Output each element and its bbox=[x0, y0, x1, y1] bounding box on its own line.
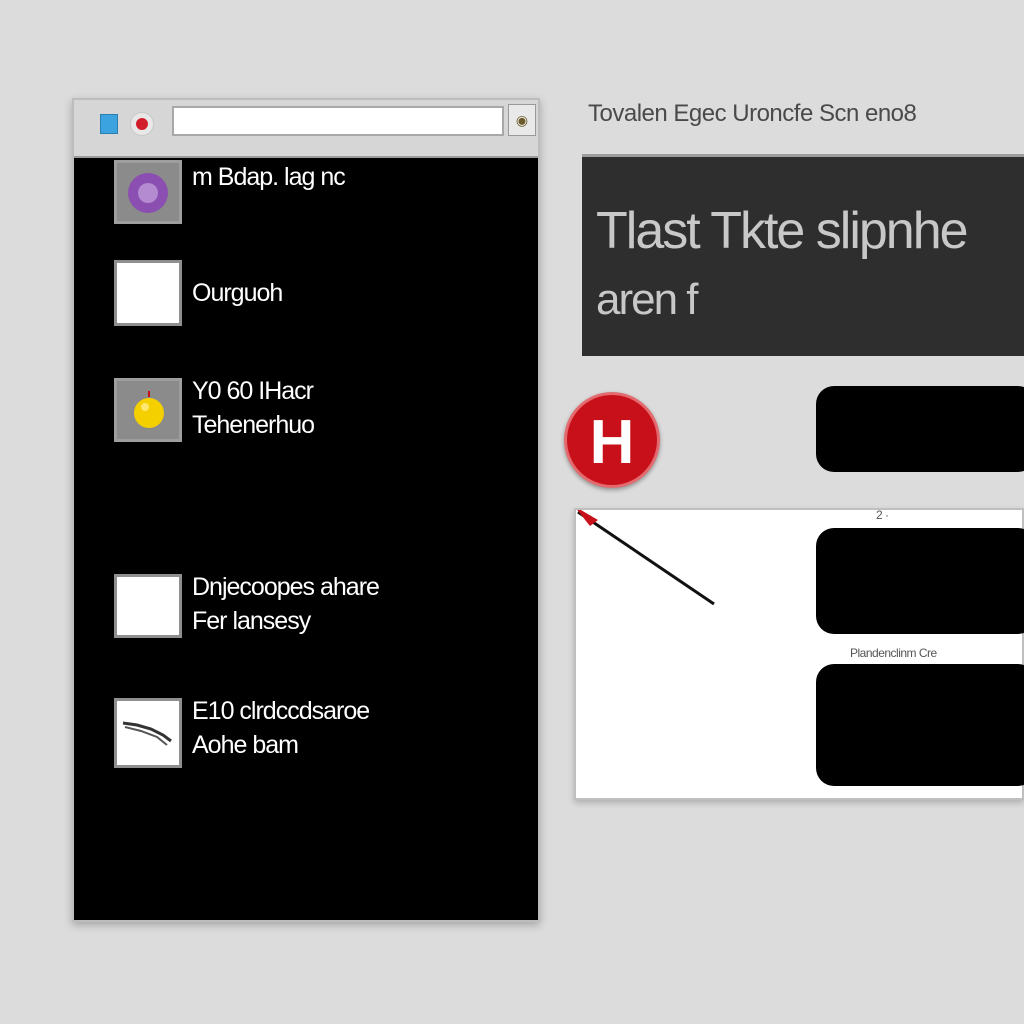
panel-label: 2 · bbox=[876, 508, 889, 522]
search-button[interactable]: ◉ bbox=[508, 104, 536, 136]
window-toolbar: ◉ bbox=[74, 100, 538, 158]
sketch-image-icon bbox=[114, 698, 182, 768]
list-item-line: E10 clrdccdsaroe bbox=[192, 697, 370, 725]
list-item-line: Dnjecoopes ahare bbox=[192, 573, 380, 601]
item-list: m Bdap. lag nc Ourguoh Y0 60 IHacr Tehen… bbox=[74, 158, 538, 920]
app-window: ◉ m Bdap. lag nc Ourguoh Y0 60 IHacr Teh… bbox=[72, 98, 540, 922]
list-item-text: E10 clrdccdsaroe Aohe bam bbox=[192, 694, 370, 762]
yellow-ball-icon bbox=[114, 378, 182, 442]
app-square-icon[interactable] bbox=[100, 114, 118, 134]
blank-document-icon bbox=[114, 574, 182, 638]
banner-subline: aren f bbox=[596, 275, 699, 324]
panel-label: Plandenclinm Cre bbox=[850, 646, 937, 660]
list-item[interactable]: Ourguoh bbox=[114, 260, 518, 326]
list-item-line: Fer lansesy bbox=[192, 607, 311, 635]
banner-headline: Tlast Tkte slipnhe bbox=[596, 202, 969, 260]
list-item-line: Y0 60 IHacr bbox=[192, 377, 314, 405]
list-item-line: m Bdap. lag nc bbox=[192, 163, 346, 191]
search-icon: ◉ bbox=[515, 112, 529, 128]
list-item[interactable]: m Bdap. lag nc bbox=[114, 160, 518, 224]
blank-document-icon bbox=[114, 260, 182, 326]
action-button-3[interactable] bbox=[816, 664, 1024, 786]
h-badge-icon[interactable]: H bbox=[564, 392, 660, 488]
record-icon[interactable] bbox=[130, 112, 154, 136]
purple-logo-icon bbox=[114, 160, 182, 224]
list-item-text: m Bdap. lag nc bbox=[192, 160, 346, 194]
list-item[interactable]: E10 clrdccdsaroe Aohe bam bbox=[114, 694, 518, 768]
page-title: Tovalen Egec Uroncfe Scn eno8 bbox=[588, 100, 917, 127]
list-item-line: Aohe bam bbox=[192, 731, 299, 759]
list-item[interactable]: Y0 60 IHacr Tehenerhuo bbox=[114, 374, 518, 446]
address-input[interactable] bbox=[172, 106, 504, 136]
list-item-line: Ourguoh bbox=[192, 279, 283, 307]
list-item-text: Ourguoh bbox=[192, 276, 283, 310]
list-item-text: Dnjecoopes ahare Fer lansesy bbox=[192, 570, 380, 638]
list-item-text: Y0 60 IHacr Tehenerhuo bbox=[192, 374, 315, 442]
action-button-2[interactable] bbox=[816, 528, 1024, 634]
list-item-line: Tehenerhuo bbox=[192, 411, 315, 439]
action-button-1[interactable] bbox=[816, 386, 1024, 472]
list-item[interactable]: Dnjecoopes ahare Fer lansesy bbox=[114, 570, 518, 640]
hero-banner: Tlast Tkte slipnhe aren f bbox=[582, 154, 1024, 356]
